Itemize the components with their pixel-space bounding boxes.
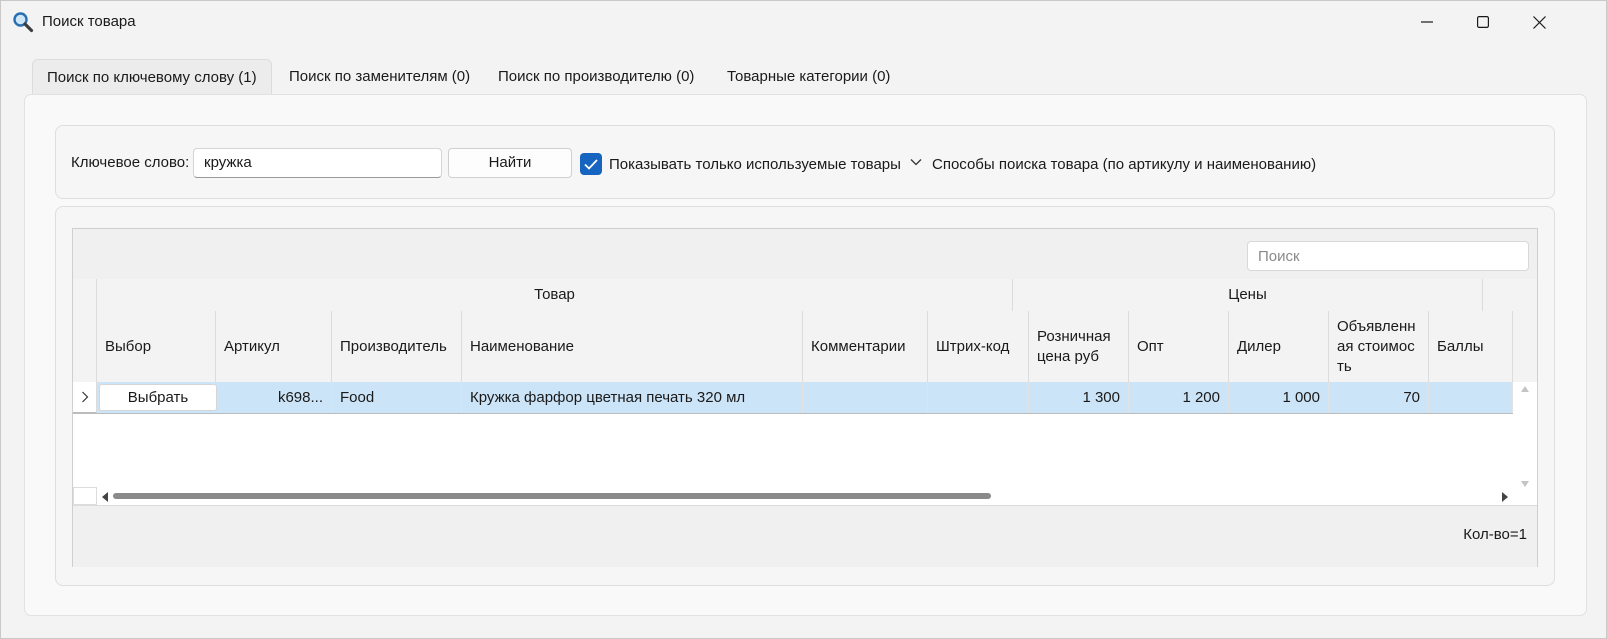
band-prices: Цены [1013, 279, 1483, 311]
tab-substitutes-search[interactable]: Поиск по заменителям (0) [274, 59, 485, 95]
only-used-checkbox[interactable] [580, 153, 602, 175]
chevron-right-icon [81, 391, 88, 403]
magnifier-icon [13, 12, 34, 33]
col-header-name[interactable]: Наименование [462, 311, 803, 382]
cell-wholesale: 1 200 [1129, 382, 1229, 413]
col-header-barcode[interactable]: Штрих-код [928, 311, 1029, 382]
grid-footer: Кол-во=1 [73, 505, 1537, 567]
close-icon [1532, 15, 1546, 29]
band-product: Товар [97, 279, 1013, 311]
minimize-icon [1421, 21, 1433, 23]
cell-barcode [928, 382, 1029, 413]
cell-maker: Food [332, 382, 462, 413]
grid-search-input[interactable] [1248, 242, 1528, 270]
only-used-label[interactable]: Показывать только используемые товары [609, 156, 901, 173]
col-header-select[interactable]: Выбор [97, 311, 216, 382]
select-product-button[interactable]: Выбрать [99, 384, 217, 411]
col-header-dealer[interactable]: Дилер [1229, 311, 1329, 382]
grid-search-box[interactable] [1247, 241, 1529, 271]
row-indicator[interactable] [73, 382, 97, 413]
horizontal-scrollbar[interactable] [97, 487, 1513, 505]
find-button[interactable]: Найти [448, 148, 572, 178]
checkmark-icon [584, 158, 598, 170]
scroll-arrows-icon [1521, 386, 1529, 487]
col-header-end [1513, 311, 1537, 382]
row-indicator-header [73, 311, 97, 382]
tab-product-categories[interactable]: Товарные категории (0) [712, 59, 905, 95]
col-header-points[interactable]: Баллы [1429, 311, 1513, 382]
col-header-wholesale[interactable]: Опт [1129, 311, 1229, 382]
horizontal-scroll-thumb[interactable] [113, 493, 991, 499]
cell-comments [803, 382, 928, 413]
keyword-label: Ключевое слово: [71, 154, 190, 171]
scroll-corner [73, 487, 97, 505]
band-header-row: Товар Цены [73, 279, 1537, 312]
search-window: Поиск товара Поиск по ключевому слову (1… [0, 0, 1607, 639]
maximize-button[interactable] [1455, 1, 1511, 43]
tab-keyword-search[interactable]: Поиск по ключевому слову (1) [32, 59, 272, 95]
search-methods-expander[interactable]: Способы поиска товара (по артикулу и наи… [932, 156, 1316, 173]
cell-dealer: 1 000 [1229, 382, 1329, 413]
scroll-left-icon[interactable] [101, 492, 109, 502]
cell-declared-value: 70 [1329, 382, 1429, 413]
col-header-maker[interactable]: Производитель [332, 311, 462, 382]
grid-toolbar [73, 229, 1537, 280]
table-row[interactable]: k698... Food Кружка фарфор цветная печат… [73, 382, 1513, 414]
vertical-scrollbar[interactable] [1513, 382, 1537, 492]
col-header-retail-price[interactable]: Розничная цена руб [1029, 311, 1129, 382]
results-grid: Товар Цены Выбор Артикул Производитель Н… [72, 228, 1538, 567]
col-header-comments[interactable]: Комментарии [803, 311, 928, 382]
band-spacer [73, 279, 97, 311]
chevron-down-icon[interactable] [910, 158, 922, 166]
title-bar: Поиск товара [1, 1, 1606, 43]
tab-manufacturer-search[interactable]: Поиск по производителю (0) [483, 59, 709, 95]
minimize-button[interactable] [1399, 1, 1455, 43]
window-title: Поиск товара [42, 13, 136, 30]
keyword-input[interactable]: кружка [193, 148, 442, 178]
close-button[interactable] [1511, 1, 1567, 43]
cell-points [1429, 382, 1513, 413]
cell-name: Кружка фарфор цветная печать 320 мл [462, 382, 803, 413]
maximize-icon [1477, 16, 1489, 28]
cell-retail-price: 1 300 [1029, 382, 1129, 413]
col-header-declared-value[interactable]: Объявленная стоимость [1329, 311, 1429, 382]
cell-sku: k698... [216, 382, 332, 413]
col-header-sku[interactable]: Артикул [216, 311, 332, 382]
scroll-right-icon[interactable] [1501, 492, 1509, 502]
row-count: Кол-во=1 [1463, 526, 1527, 543]
column-header-row: Выбор Артикул Производитель Наименование… [73, 311, 1537, 383]
